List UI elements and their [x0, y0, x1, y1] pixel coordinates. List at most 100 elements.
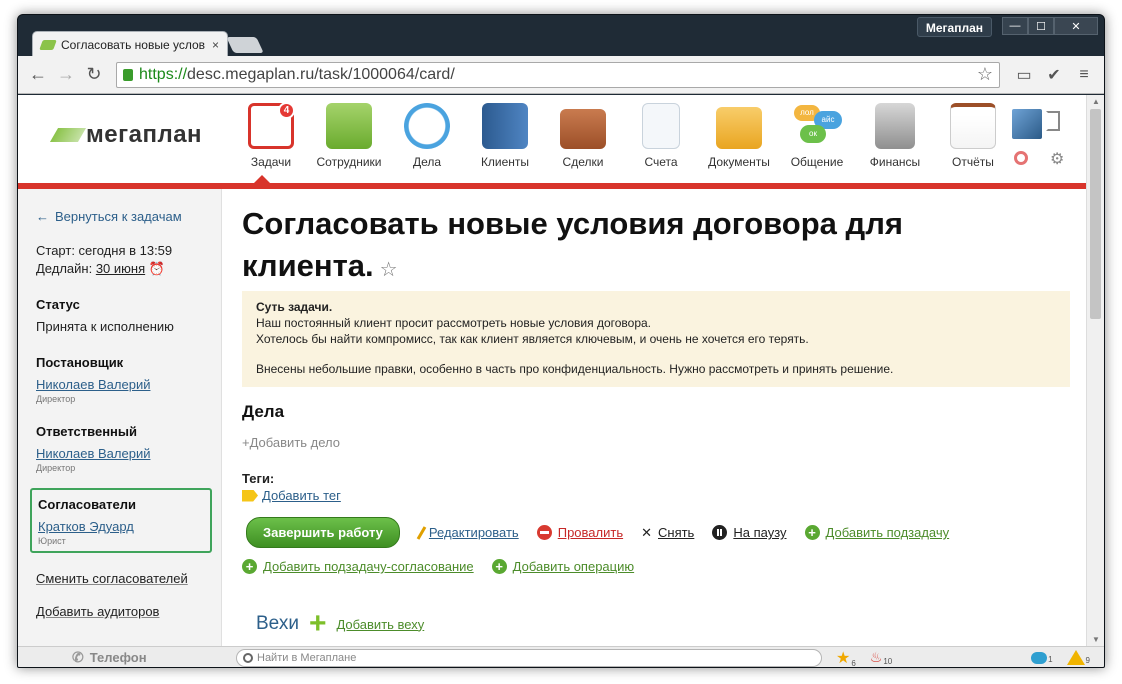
chat-icon: [1031, 651, 1048, 664]
remove-action[interactable]: ✕ Снять: [641, 525, 694, 541]
module-deeds[interactable]: Дела: [388, 103, 466, 169]
module-communication[interactable]: лол айс ок Общение: [778, 103, 856, 169]
page-scrollbar[interactable]: ▲ ▼: [1086, 95, 1104, 646]
owner-heading: Постановщик: [36, 355, 124, 370]
messages-count: 1: [1048, 654, 1053, 664]
hot-counter[interactable]: ♨ 10: [870, 649, 892, 666]
scroll-up-icon[interactable]: ▲: [1092, 97, 1100, 106]
approver-name-link[interactable]: Кратков Эдуард: [38, 518, 202, 536]
task-title-text: Согласовать новые условия договора для к…: [242, 206, 903, 283]
close-window-button[interactable]: ✕: [1054, 17, 1098, 35]
reload-icon[interactable]: ↻: [82, 63, 106, 87]
pause-label: На паузу: [733, 525, 787, 540]
essence-line: Наш постоянный клиент просит рассмотреть…: [256, 316, 652, 330]
module-reports[interactable]: Отчёты: [934, 103, 1012, 169]
plus-circle-icon: +: [804, 525, 820, 540]
add-operation-label: Добавить операцию: [512, 559, 635, 574]
tasks-checkbox-icon: 4: [248, 102, 295, 149]
status-value: Принята к исполнению: [36, 319, 174, 334]
module-label: Сотрудники: [316, 155, 382, 169]
warnings-counter[interactable]: 9: [1066, 650, 1090, 665]
responsible-name-link[interactable]: Николаев Валерий: [36, 445, 203, 463]
plus-circle-icon: +: [242, 559, 257, 574]
owner-name-link[interactable]: Николаев Валерий: [36, 376, 203, 394]
favorites-count: 6: [851, 658, 856, 668]
module-finance[interactable]: Финансы: [856, 103, 934, 169]
fail-action[interactable]: Провалить: [536, 525, 623, 540]
user-avatar[interactable]: [1012, 109, 1042, 139]
module-invoices[interactable]: Счета: [622, 103, 700, 169]
address-bar[interactable]: https:// desc.megaplan.ru/task/1000064/c…: [116, 61, 1000, 88]
owner-block: Постановщик Николаев Валерий Директор: [36, 354, 203, 405]
task-title: Согласовать новые условия договора для к…: [242, 203, 1002, 291]
scroll-thumb[interactable]: [1090, 109, 1101, 319]
employees-cards-icon: [326, 103, 372, 149]
edit-action[interactable]: Редактировать: [416, 525, 519, 540]
alarm-clock-icon[interactable]: ⏰: [149, 261, 165, 276]
new-tab-button[interactable]: [226, 37, 264, 53]
browser-tab[interactable]: Согласовать новые услов ×: [32, 31, 228, 57]
module-clients[interactable]: Клиенты: [466, 103, 544, 169]
add-approval-subtask-action[interactable]: + Добавить подзадачу-согласование: [242, 559, 474, 574]
add-tag-label: Добавить тег: [262, 488, 341, 503]
module-employees[interactable]: Сотрудники: [310, 103, 388, 169]
back-to-tasks-link[interactable]: ← Вернуться к задачам: [36, 209, 203, 224]
task-actions-secondary: + Добавить подзадачу-согласование + Доба…: [242, 559, 652, 574]
global-search-input[interactable]: Найти в Мегаплане: [236, 648, 822, 667]
add-milestone-link[interactable]: Добавить веху: [336, 617, 424, 632]
module-deals[interactable]: Сделки: [544, 103, 622, 169]
add-subtask-label: Добавить подзадачу: [825, 525, 950, 540]
tag-icon: [242, 489, 258, 502]
pause-action[interactable]: На паузу: [712, 525, 787, 540]
page-viewport: мегаплан 4 Задачи Сотрудники Дела Клиент…: [18, 95, 1086, 646]
big-plus-icon[interactable]: +: [309, 609, 327, 639]
logout-icon[interactable]: [1046, 111, 1060, 131]
start-label: Старт: сегодня в 13:59: [36, 243, 173, 258]
scroll-down-icon[interactable]: ▼: [1092, 635, 1100, 644]
back-label: Вернуться к задачам: [55, 209, 182, 224]
cast-icon[interactable]: ▭: [1012, 63, 1036, 87]
gear-icon[interactable]: ⚙: [1050, 149, 1064, 169]
add-operation-action[interactable]: + Добавить операцию: [491, 559, 635, 574]
add-subtask-action[interactable]: + Добавить подзадачу: [804, 525, 950, 540]
back-arrow-icon[interactable]: ←: [26, 63, 50, 87]
extension-shield-icon[interactable]: ✔: [1042, 63, 1066, 87]
module-label: Дела: [412, 155, 442, 169]
app-statusbar: ✆ Телефон Найти в Мегаплане ★ 6 ♨ 10 1 9: [18, 646, 1104, 668]
deadline-date[interactable]: 30 июня: [96, 261, 145, 276]
window-controls: Мегаплан — ☐ ✕: [916, 17, 1098, 39]
module-label: Финансы: [869, 155, 921, 169]
maximize-button[interactable]: ☐: [1028, 17, 1054, 35]
complete-work-button[interactable]: Завершить работу: [246, 517, 400, 548]
module-documents[interactable]: Документы: [700, 103, 778, 169]
bookmark-star-icon[interactable]: ☆: [977, 64, 993, 85]
address-book-icon: [482, 103, 528, 149]
essence-line: Внесены небольшие правки, особенно в час…: [256, 362, 894, 376]
megaplan-logo[interactable]: мегаплан: [49, 121, 202, 149]
task-actions: Завершить работу Редактировать Провалить…: [246, 517, 967, 548]
favorite-star-icon[interactable]: ☆: [380, 259, 398, 281]
add-deal-link[interactable]: +Добавить дело: [242, 435, 340, 450]
add-auditors-link[interactable]: Добавить аудиторов: [36, 604, 203, 619]
hot-count: 10: [883, 657, 893, 666]
minimize-button[interactable]: —: [1002, 17, 1028, 35]
messages-counter[interactable]: 1: [1031, 651, 1053, 664]
menu-icon[interactable]: ≡: [1072, 63, 1096, 87]
tab-close-icon[interactable]: ×: [212, 38, 219, 52]
dates-block: Старт: сегодня в 13:59 Дедлайн: 30 июня …: [36, 242, 203, 278]
favorites-counter[interactable]: ★ 6: [836, 648, 856, 668]
module-label: Общение: [790, 155, 844, 169]
tab-title: Согласовать новые услов: [61, 37, 206, 52]
megaplan-favicon-icon: [39, 39, 57, 50]
phone-widget[interactable]: ✆ Телефон: [18, 649, 222, 666]
pencil-icon: [416, 525, 427, 540]
add-deal-label: Добавить дело: [249, 435, 341, 450]
back-arrow-icon: ←: [36, 209, 49, 224]
warning-icon: [1066, 650, 1085, 665]
change-approvers-link[interactable]: Сменить согласователей: [36, 571, 203, 586]
module-tasks[interactable]: 4 Задачи: [232, 102, 310, 169]
lifebuoy-help-icon[interactable]: [1014, 151, 1028, 165]
forward-arrow-icon[interactable]: →: [54, 63, 78, 87]
add-tag-link[interactable]: Добавить тег: [242, 488, 341, 503]
phone-icon: ✆: [72, 649, 84, 665]
